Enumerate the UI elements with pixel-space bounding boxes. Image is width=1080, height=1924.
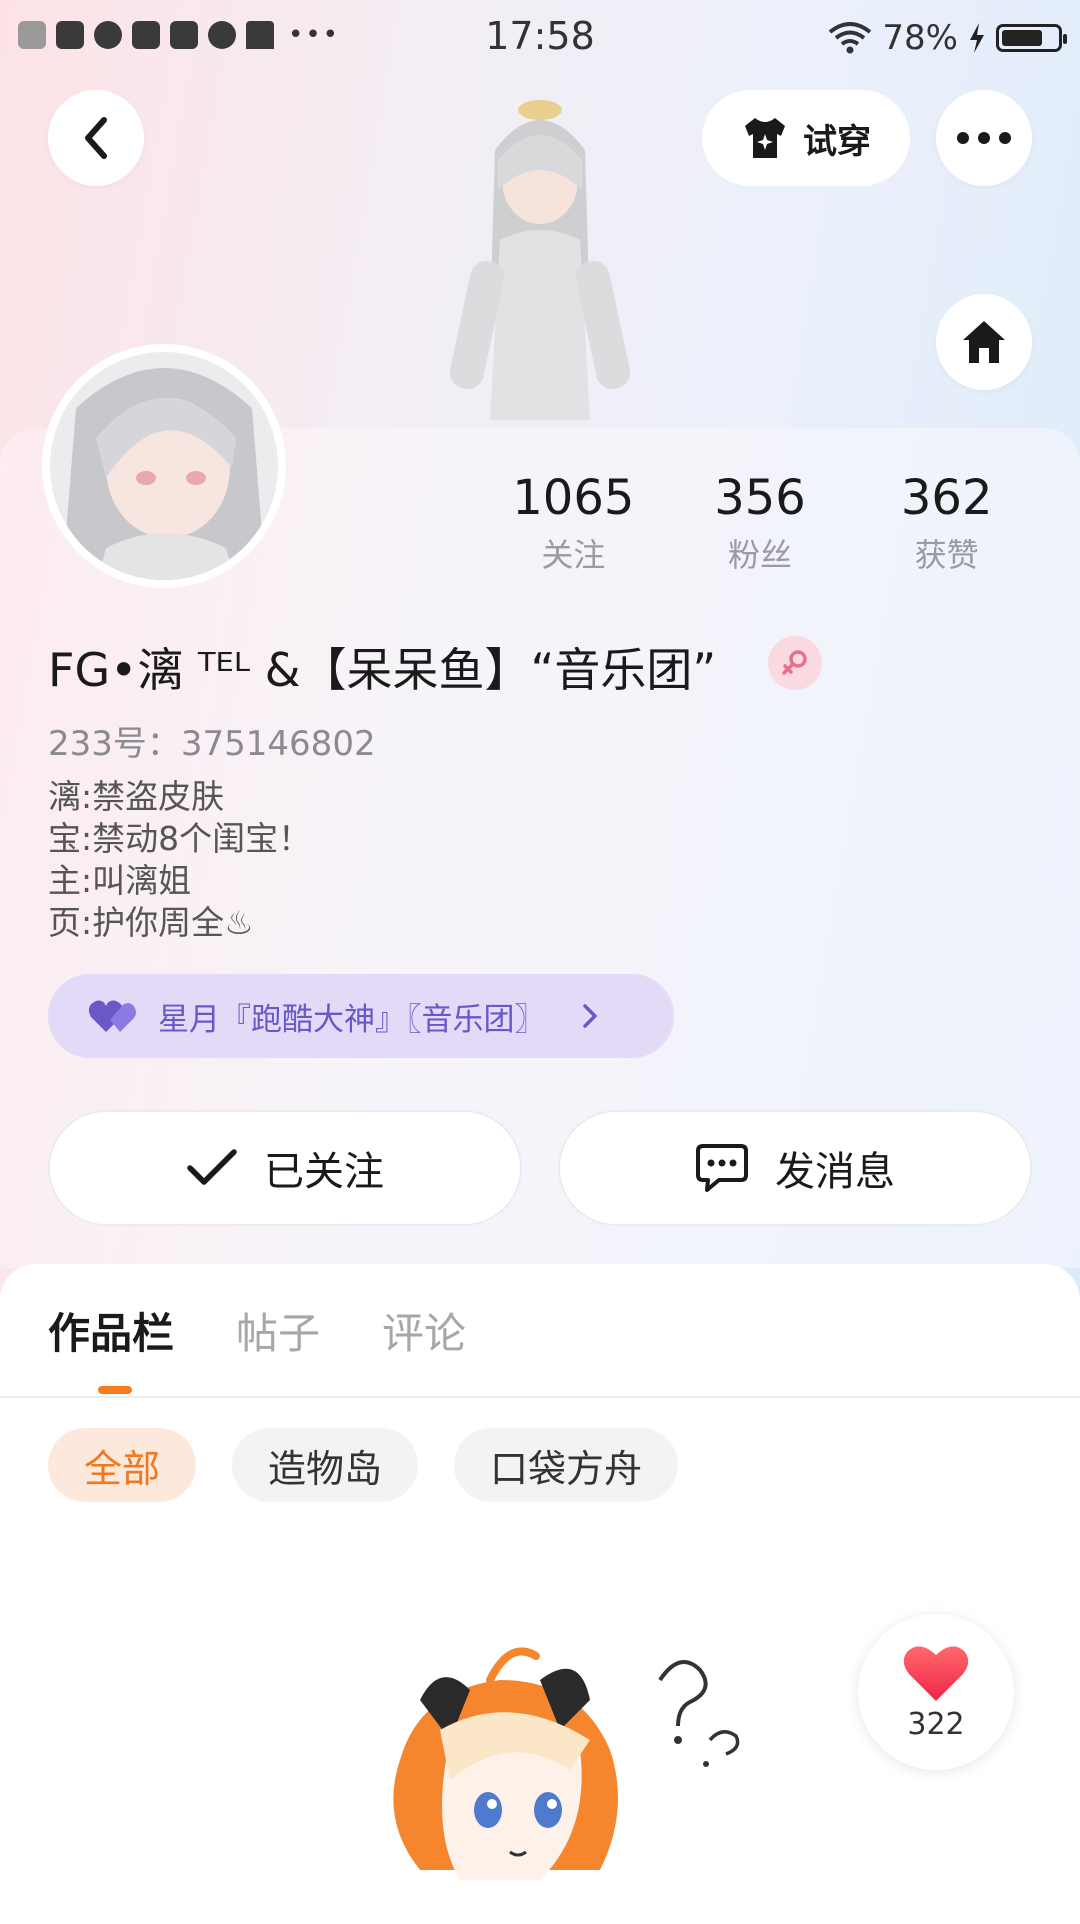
try-on-label: 试穿 [803,121,871,162]
bio: 漓:禁盗皮肤 宝:禁动8个闺宝！ 主:叫漓姐 页:护你周全♨ [48,776,311,944]
try-on-button[interactable]: 试穿 [702,90,910,186]
stats-row: 1065 关注 356 粉丝 362 获赞 [480,470,1040,576]
heart-icon [903,1645,969,1701]
chevron-left-icon [85,117,107,159]
divider [0,1396,1080,1398]
bio-line: 漓:禁盗皮肤 [48,777,225,816]
group-link[interactable]: 星月『跑酷大神』〖音乐团〗 [48,974,674,1058]
avatar[interactable] [46,348,282,584]
tab-works[interactable]: 作品栏 [48,1300,174,1361]
like-count: 322 [907,1706,965,1742]
female-gender-icon [768,636,822,690]
chevron-right-icon [582,1004,597,1028]
stat-followers[interactable]: 356 粉丝 [667,470,854,576]
back-button[interactable] [48,90,144,186]
tshirt-icon [745,118,785,158]
heart-group-icon [88,1000,136,1032]
system-status: 78% [828,18,1067,58]
tab-bar: 作品栏 帖子 评论 [48,1300,466,1361]
battery-percent: 78% [882,18,958,58]
stat-value: 362 [900,470,993,526]
stat-value: 1065 [512,470,635,526]
check-icon [187,1149,237,1185]
bio-line: 页:护你周全♨ [48,903,254,942]
send-message-label: 发消息 [775,1149,895,1195]
wifi-icon [829,22,872,54]
stat-label: 关注 [541,536,606,574]
tab-posts[interactable]: 帖子 [236,1300,320,1361]
like-button[interactable]: 322 [858,1614,1014,1770]
filter-all[interactable]: 全部 [48,1428,197,1502]
stat-label: 获赞 [914,536,979,574]
user-id: 233号：375146802 [48,724,376,764]
home-button[interactable] [936,294,1032,390]
chat-bubble-icon [696,1144,748,1192]
filter-chips: 全部 造物岛 口袋方舟 [48,1428,679,1502]
status-bar: ••• 17:58 78% [0,0,1080,76]
stat-label: 粉丝 [728,536,793,574]
stat-likes[interactable]: 362 获赞 [853,470,1040,576]
charging-icon [970,23,984,53]
followed-label: 已关注 [264,1149,384,1195]
battery-icon [996,24,1067,52]
battery-level [1002,30,1043,46]
stat-value: 356 [714,470,806,526]
group-name: 星月『跑酷大神』〖音乐团〗 [158,1001,546,1038]
more-dots-icon [957,132,1011,144]
home-icon [963,321,1005,363]
followed-button[interactable]: 已关注 [48,1110,522,1226]
empty-state-mascot [360,1640,760,1920]
tab-comments[interactable]: 评论 [382,1300,466,1361]
bio-line: 主:叫漓姐 [48,861,192,900]
active-tab-indicator [98,1386,132,1394]
more-button[interactable] [936,90,1032,186]
stat-following[interactable]: 1065 关注 [480,470,667,576]
avatar-3d-character [440,90,640,430]
avatar-image [50,352,278,580]
filter-creation-island[interactable]: 造物岛 [232,1428,419,1502]
bio-line: 宝:禁动8个闺宝！ [48,819,312,858]
send-message-button[interactable]: 发消息 [558,1110,1032,1226]
username: FG•漓 ᵀᴱᴸ &【呆呆鱼】“音乐团” [48,643,717,697]
filter-pocket-ark[interactable]: 口袋方舟 [454,1428,679,1502]
